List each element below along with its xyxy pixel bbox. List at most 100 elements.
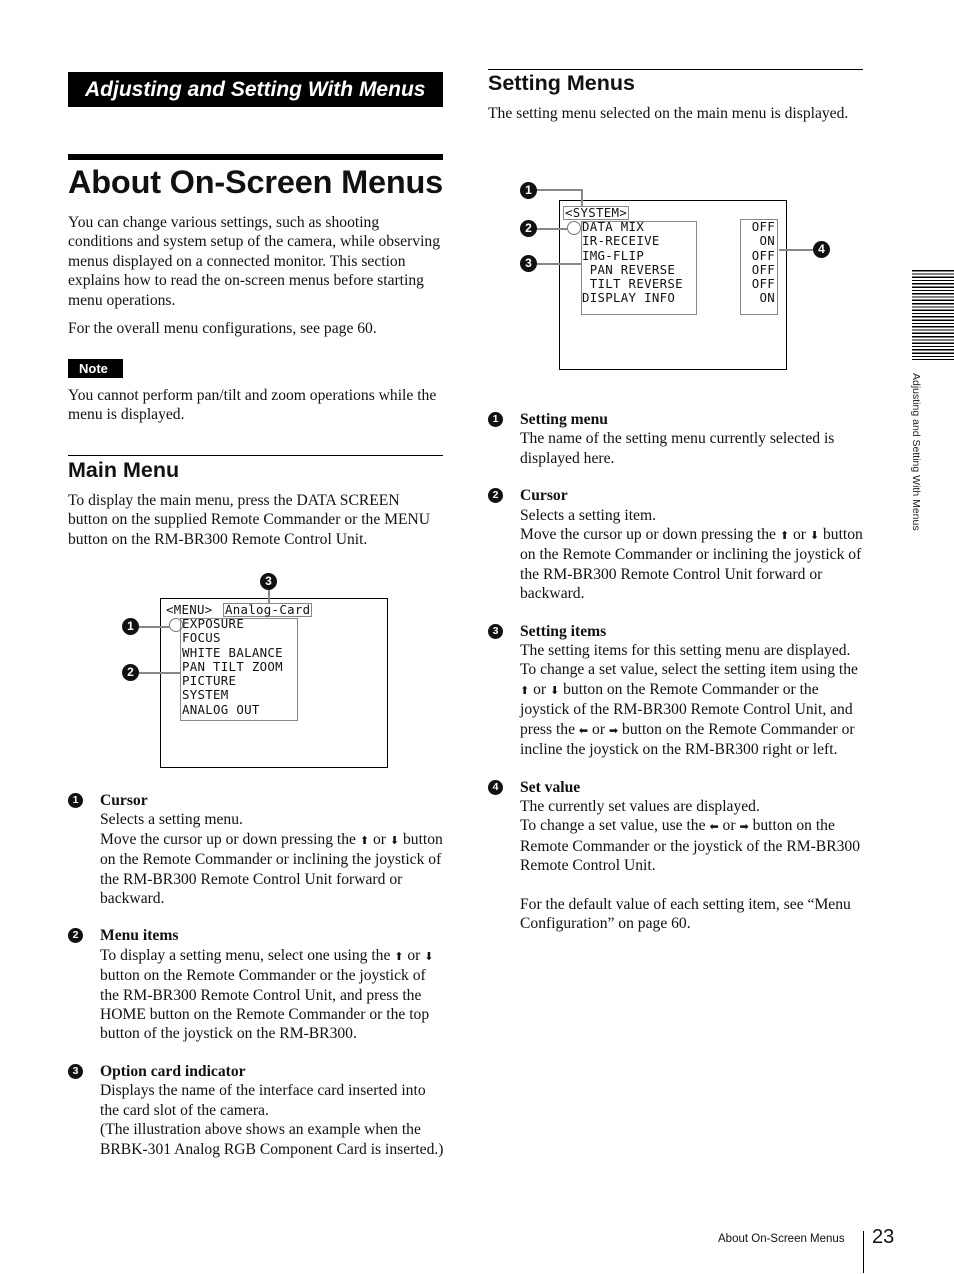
- down-arrow-icon: ⬇: [424, 949, 434, 963]
- set-value: ON: [759, 290, 775, 306]
- right-arrow-icon: ➡: [608, 723, 619, 737]
- legend-text: The currently set values are displayed.: [520, 797, 760, 815]
- setting-item: DATA MIX: [582, 219, 645, 234]
- callout-2-leader: [537, 228, 567, 230]
- setting-item: DISPLAY INFO: [582, 290, 676, 306]
- legend-item: 2 Menu items To display a setting menu, se…: [68, 926, 448, 1043]
- setting-menu-name: <SYSTEM>: [563, 205, 630, 220]
- callout-4-leader: [779, 249, 813, 251]
- down-arrow-icon: ⬇: [809, 529, 820, 543]
- side-tab-label: Adjusting and Setting With Menus: [910, 373, 922, 531]
- legend-text: To change a set value, use the ⬅ or ➡ bu…: [520, 817, 860, 875]
- main-menu-screen-illustration: <MENU> Analog-Card EXPOSURE FOCUS WHITE BA…: [110, 565, 400, 775]
- setting-menu-screen-illustration: <SYSTEM> DATA MIX IR-RECEIVE IMG-FLIP PAN …: [510, 175, 840, 375]
- legend-number-badge: 2: [488, 488, 503, 504]
- legend-title: Option card indicator: [100, 1062, 246, 1080]
- side-tab-marker: [912, 270, 954, 360]
- default-values-reference: For the default value of each setting it…: [520, 895, 851, 932]
- legend-text: Move the cursor up or down pressing the …: [520, 526, 863, 603]
- callout-3: 3: [260, 573, 277, 590]
- page-title: About On-Screen Menus: [68, 164, 443, 200]
- setting-item: TILT REVERSE: [582, 276, 683, 292]
- legend-number-badge: 1: [68, 793, 83, 808]
- legend-number-badge: 3: [488, 623, 503, 639]
- legend-number-badge: 2: [68, 928, 83, 944]
- legend-text: Selects a setting menu.: [100, 811, 243, 829]
- side-tab: Adjusting and Setting With Menus: [905, 373, 925, 553]
- down-arrow-icon: ⬇: [550, 683, 560, 697]
- setting-item: IR-RECEIVE: [582, 233, 660, 249]
- legend-number-badge: 4: [488, 779, 503, 795]
- legend-number-badge: 3: [68, 1063, 83, 1079]
- footer-section-label: About On-Screen Menus: [718, 1233, 845, 1245]
- legend-text: The name of the setting menu currently s…: [520, 430, 835, 467]
- main-menu-description: To display the main menu, press the DATA…: [68, 492, 431, 548]
- callout-1-leader: [139, 626, 170, 628]
- set-value: OFF: [751, 247, 775, 263]
- setting-menu-cursor: [567, 221, 581, 235]
- section-banner: Adjusting and Setting With Menus: [68, 72, 443, 107]
- set-value: ON: [759, 233, 775, 249]
- callout-4: 4: [813, 241, 830, 258]
- callout-2: 2: [122, 664, 139, 681]
- page-number: 23: [872, 1226, 895, 1248]
- legend-title: Cursor: [100, 792, 148, 809]
- callout-3: 3: [520, 255, 537, 272]
- main-menu-item: PICTURE: [182, 673, 237, 689]
- legend-item: 3 Option card indicator Displays the name …: [68, 1062, 448, 1159]
- up-arrow-icon: ⬆: [359, 833, 370, 847]
- set-value: OFF: [751, 261, 775, 277]
- main-menu-items-list: EXPOSURE FOCUS WHITE BALANCE PAN TILT ZOOM P…: [182, 616, 283, 717]
- setting-item: PAN REVERSE: [582, 261, 676, 277]
- left-arrow-icon: ⬅: [709, 820, 719, 834]
- callout-1: 1: [122, 618, 139, 635]
- main-menu-item: PAN TILT ZOOM: [182, 658, 283, 674]
- setting-menus-legend: 1 Setting menu The name of the setting men…: [488, 410, 868, 951]
- legend-title: Cursor: [520, 487, 568, 505]
- right-arrow-icon: ➡: [739, 820, 749, 834]
- main-menu-heading: Main Menu: [68, 458, 180, 482]
- legend-number-badge: 1: [488, 412, 503, 427]
- note-badge: Note: [68, 359, 123, 378]
- callout-3-leader: [268, 590, 270, 604]
- setting-menus-heading: Setting Menus: [488, 71, 635, 95]
- main-menu-item: FOCUS: [182, 630, 221, 646]
- callout-1-leader-v: [581, 189, 583, 207]
- intro-page-reference: For the overall menu configurations, see…: [68, 320, 377, 337]
- note-text: You cannot perform pan/tilt and zoom ope…: [68, 387, 437, 424]
- legend-title: Menu items: [100, 927, 179, 945]
- setting-items-list: DATA MIX IR-RECEIVE IMG-FLIP PAN REVERSE T…: [582, 219, 683, 306]
- main-menu-item: EXPOSURE: [182, 616, 245, 631]
- legend-item: 1 Setting menu The name of the setting men…: [488, 410, 868, 468]
- legend-text: (The illustration above shows an example…: [100, 1121, 444, 1158]
- callout-3-leader: [537, 263, 581, 265]
- up-arrow-icon: ⬆: [394, 949, 404, 963]
- set-values-list: OFF ON OFF OFF OFF ON: [743, 219, 775, 306]
- main-menu-legend: 1 Cursor Selects a setting menu. Move the c…: [68, 791, 448, 1177]
- legend-text: To display a setting menu, select one us…: [100, 946, 434, 1043]
- legend-item: 3 Setting items The setting items for this…: [488, 622, 868, 760]
- set-value: OFF: [751, 219, 775, 234]
- setting-item: IMG-FLIP: [582, 247, 645, 263]
- intro-paragraph: You can change various settings, such as…: [68, 214, 440, 309]
- legend-title: Set value: [520, 778, 581, 796]
- down-arrow-icon: ⬇: [389, 833, 400, 847]
- legend-text: Move the cursor up or down pressing the …: [100, 830, 443, 908]
- legend-text: To change a set value, select the settin…: [520, 661, 858, 759]
- up-arrow-icon: ⬆: [520, 683, 530, 697]
- callout-1-leader-h: [537, 189, 581, 191]
- main-menu-item: SYSTEM: [182, 687, 229, 703]
- callout-2-leader: [139, 672, 181, 674]
- legend-title: Setting menu: [520, 411, 608, 428]
- main-menu-item: WHITE BALANCE: [182, 644, 283, 660]
- legend-text: Selects a setting item.: [520, 506, 656, 524]
- footer-divider: [863, 1231, 865, 1273]
- legend-text: The setting items for this setting menu …: [520, 642, 851, 660]
- callout-2: 2: [520, 220, 537, 237]
- legend-title: Setting items: [520, 622, 607, 640]
- setting-menus-description: The setting menu selected on the main me…: [488, 105, 849, 122]
- legend-item: 1 Cursor Selects a setting menu. Move the c…: [68, 791, 448, 908]
- legend-item: 4 Set value The currently set values are d…: [488, 778, 868, 934]
- main-menu-cursor: [169, 618, 183, 632]
- set-value: OFF: [751, 276, 775, 292]
